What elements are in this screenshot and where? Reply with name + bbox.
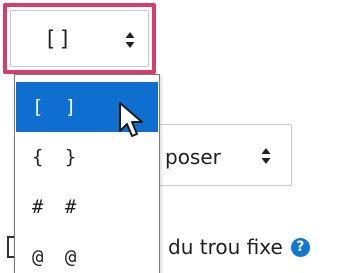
dropdown-option[interactable]: { } [16, 132, 158, 182]
delimiter-select-value: [] [44, 27, 74, 51]
secondary-select-value: poser [165, 145, 221, 169]
sort-arrows-icon [261, 148, 271, 164]
delimiter-dropdown-list: [ ] { } # # @ @ [14, 74, 160, 273]
sort-arrows-icon [125, 32, 135, 48]
field-label-row: du trou fixe ? [168, 233, 310, 261]
dropdown-option[interactable]: # # [16, 182, 158, 232]
form-canvas: poser du trou fixe ? [] [ ] { } # # @ @ [0, 0, 341, 273]
field-label: du trou fixe [168, 235, 283, 259]
dropdown-option[interactable]: @ @ [16, 232, 158, 273]
secondary-select[interactable]: poser [150, 124, 292, 186]
delimiter-select[interactable]: [] [10, 10, 149, 67]
help-icon[interactable]: ? [290, 237, 310, 257]
dropdown-option[interactable]: [ ] [16, 82, 158, 132]
